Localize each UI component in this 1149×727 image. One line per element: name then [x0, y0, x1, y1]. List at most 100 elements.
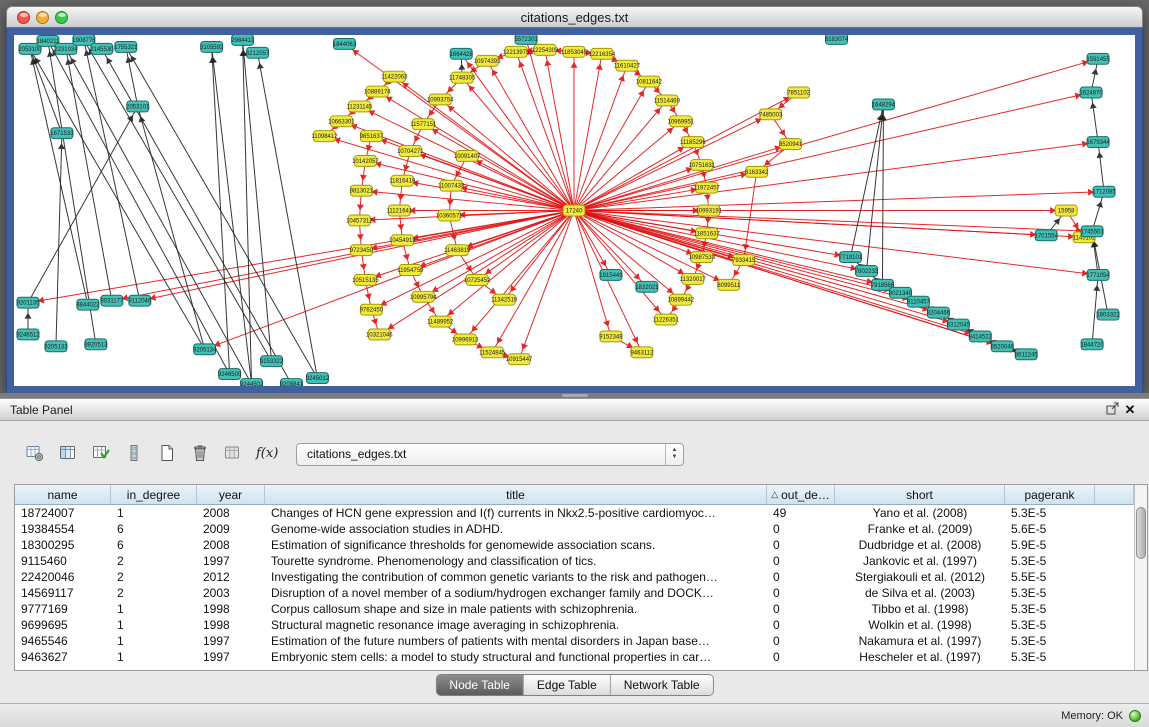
graph-node[interactable]: 11231145	[347, 101, 373, 112]
graph-node[interactable]: 1844063	[333, 38, 357, 49]
cell-short[interactable]: Wolkin et al. (1998)	[835, 617, 1005, 633]
cell-title[interactable]: Tourette syndrome. Phenomenology and cla…	[265, 553, 767, 569]
cell-pagerank[interactable]: 5.3E-5	[1005, 633, 1095, 649]
graph-node[interactable]: 1671533	[50, 128, 74, 139]
graph-edge[interactable]	[112, 211, 574, 301]
graph-edge[interactable]	[126, 47, 318, 378]
graph-node[interactable]: 11320017	[680, 273, 707, 284]
table-row[interactable]: 969969511998Structural magnetic resonanc…	[15, 617, 1134, 633]
graph-edge[interactable]	[48, 41, 230, 374]
cell-out_degree[interactable]: 0	[767, 617, 835, 633]
graph-node[interactable]: 11577151	[410, 119, 437, 130]
graph-node[interactable]: 9208841	[280, 379, 304, 386]
cell-short[interactable]: Tibbo et al. (1998)	[835, 601, 1005, 617]
cell-in_degree[interactable]: 2	[111, 585, 197, 601]
graph-edge[interactable]	[882, 104, 883, 284]
graph-node[interactable]: 8204466	[927, 307, 951, 318]
graph-node[interactable]: 10987533	[688, 252, 715, 263]
cell-name[interactable]: 19384554	[15, 521, 111, 537]
graph-node[interactable]: 1803322	[1096, 309, 1120, 320]
graph-node[interactable]: 11954759	[397, 265, 424, 276]
graph-edge[interactable]	[258, 53, 318, 378]
cell-in_degree[interactable]: 1	[111, 601, 197, 617]
graph-node[interactable]: 12216354	[589, 48, 616, 59]
graph-node[interactable]: 8183074	[825, 35, 849, 44]
network-graph[interactable]: 1724011853045122543031221397510974393117…	[14, 35, 1135, 386]
graph-node[interactable]: 11851637	[694, 228, 721, 239]
cell-short[interactable]: de Silva et al. (2003)	[835, 585, 1005, 601]
combo-arrows-icon[interactable]: ▲ ▼	[665, 444, 683, 465]
cell-in_degree[interactable]: 6	[111, 521, 197, 537]
graph-node[interactable]: 9813021	[350, 185, 374, 196]
graph-edge[interactable]	[574, 142, 1098, 210]
graph-edge[interactable]	[461, 54, 574, 211]
cell-in_degree[interactable]: 6	[111, 537, 197, 553]
graph-node[interactable]: 12254303	[532, 44, 559, 55]
graph-node[interactable]: 10725452	[464, 274, 491, 285]
column-header-in_degree[interactable]: in_degree	[111, 485, 197, 505]
cell-title[interactable]: Estimation of the future numbers of pati…	[265, 633, 767, 649]
graph-node[interactable]: 1771054	[1086, 269, 1110, 280]
cell-in_degree[interactable]: 1	[111, 505, 197, 521]
cell-short[interactable]: Hescheler et al. (1997)	[835, 649, 1005, 665]
select-all-button[interactable]	[88, 441, 114, 467]
graph-node[interactable]: 2145530	[90, 43, 114, 54]
cell-in_degree[interactable]: 2	[111, 553, 197, 569]
graph-node[interactable]: 10454913	[389, 235, 416, 246]
splitter-grip-icon[interactable]	[562, 394, 588, 397]
graph-node[interactable]: 8163342	[745, 166, 769, 177]
column-header-year[interactable]: year	[197, 485, 265, 505]
graph-node[interactable]: 3212057	[246, 47, 270, 58]
graph-node[interactable]: 8844022	[76, 299, 100, 310]
cell-short[interactable]: Franke et al. (2009)	[835, 521, 1005, 537]
graph-node[interactable]: 9112046	[128, 295, 152, 306]
cell-year[interactable]: 1998	[197, 601, 265, 617]
graph-edge[interactable]	[126, 47, 138, 106]
table-row[interactable]: 1830029562008Estimation of significance …	[15, 537, 1134, 553]
column-header-short[interactable]: short	[835, 485, 1005, 505]
column-header-name[interactable]: name	[15, 485, 111, 505]
cell-year[interactable]: 1997	[197, 553, 265, 569]
cell-year[interactable]: 1998	[197, 617, 265, 633]
graph-node[interactable]: 1701554	[1035, 230, 1059, 241]
cell-pagerank[interactable]: 5.3E-5	[1005, 601, 1095, 617]
cell-short[interactable]: Nakamura et al. (1997)	[835, 633, 1005, 649]
graph-node[interactable]: 8110457	[907, 296, 931, 307]
graph-edge[interactable]	[574, 211, 1098, 275]
graph-node[interactable]: 10995794	[410, 291, 437, 302]
graph-node[interactable]: 9851637	[360, 131, 384, 142]
cell-title[interactable]: Structural magnetic resonance image aver…	[265, 617, 767, 633]
cell-name[interactable]: 18300295	[15, 537, 111, 553]
cell-out_degree[interactable]: 0	[767, 537, 835, 553]
graph-edge[interactable]	[1091, 93, 1098, 143]
table-row[interactable]: 1872400712008Changes of HCN gene express…	[15, 505, 1134, 521]
graph-node[interactable]: 10974393	[474, 55, 501, 66]
graph-edge[interactable]	[102, 49, 292, 384]
graph-node[interactable]: 9031177	[100, 295, 124, 306]
graph-node[interactable]: 9723450	[350, 245, 374, 256]
cell-name[interactable]: 9777169	[15, 601, 111, 617]
close-window-button[interactable]	[17, 11, 30, 24]
graph-node[interactable]: 11972457	[694, 182, 721, 193]
cell-year[interactable]: 2008	[197, 505, 265, 521]
graph-edge[interactable]	[492, 211, 574, 353]
table-mode-button[interactable]	[22, 441, 48, 467]
table-row[interactable]: 1938455462009Genome-wide association stu…	[15, 521, 1134, 537]
cell-in_degree[interactable]: 1	[111, 649, 197, 665]
cell-name[interactable]: 14569117	[15, 585, 111, 601]
graph-edge[interactable]	[851, 104, 884, 257]
graph-node[interactable]: 1915449	[599, 269, 623, 280]
delete-column-button[interactable]	[187, 441, 213, 467]
graph-edge[interactable]	[574, 93, 1091, 211]
graph-node[interactable]: 1624870	[1079, 87, 1103, 98]
tab-edge-table[interactable]: Edge Table	[524, 675, 611, 695]
graph-edge[interactable]	[574, 211, 938, 313]
cell-pagerank[interactable]: 5.3E-5	[1005, 505, 1095, 521]
cell-short[interactable]: Stergiakouli et al. (2012)	[835, 569, 1005, 585]
cell-name[interactable]: 9699695	[15, 617, 111, 633]
graph-edge[interactable]	[212, 47, 252, 384]
graph-node[interactable]: 9762450	[360, 304, 384, 315]
cell-in_degree[interactable]: 2	[111, 569, 197, 585]
graph-node[interactable]: 10915447	[506, 354, 533, 365]
graph-node[interactable]: 1832021	[635, 281, 659, 292]
